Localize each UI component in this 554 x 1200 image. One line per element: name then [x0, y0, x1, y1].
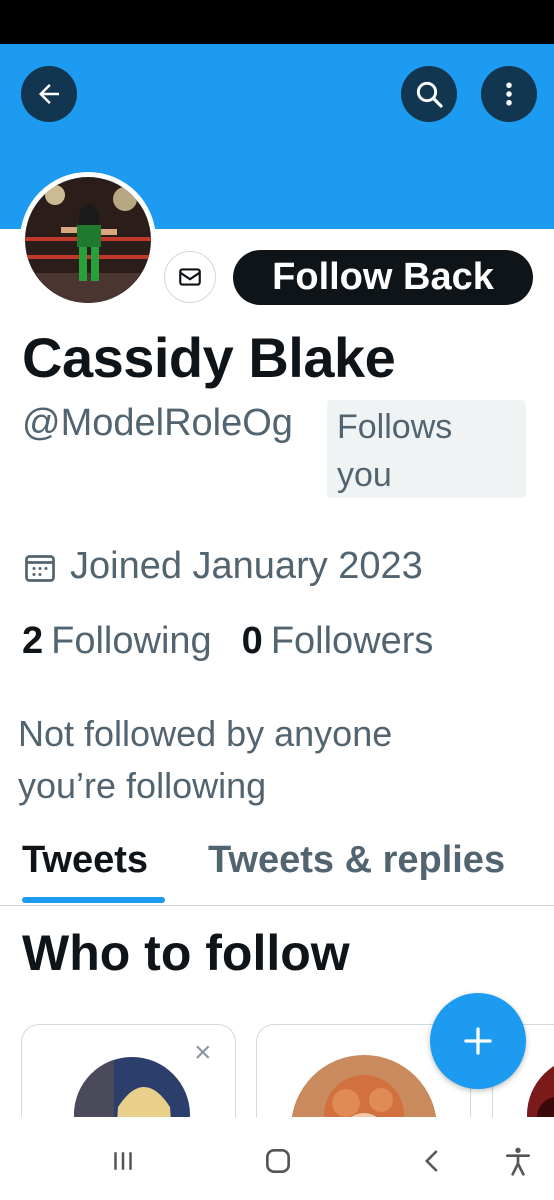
active-tab-indicator: [22, 897, 165, 903]
home-button[interactable]: [258, 1141, 298, 1181]
who-to-follow-title: Who to follow: [22, 925, 350, 981]
dismiss-suggestion-button[interactable]: ×: [194, 1038, 212, 1068]
profile-handle: @ModelRoleOg: [22, 402, 293, 444]
tab-tweets-and-replies[interactable]: Tweets & replies: [208, 839, 505, 882]
profile-tabs: Tweets Tweets & replies: [0, 835, 554, 906]
followers-label: Followers: [270, 620, 434, 662]
calendar-icon: [25, 554, 55, 582]
followers-link[interactable]: 0 Followers: [242, 620, 434, 663]
profile-name: Cassidy Blake: [22, 326, 396, 389]
back-button[interactable]: [21, 66, 77, 122]
accessibility-button[interactable]: [498, 1141, 538, 1181]
system-back-button[interactable]: [413, 1141, 453, 1181]
compose-tweet-button[interactable]: [430, 993, 526, 1089]
follows-you-badge: Follows you: [327, 400, 526, 498]
message-button[interactable]: [164, 251, 216, 303]
more-options-button[interactable]: [481, 66, 537, 122]
home-icon: [266, 1149, 290, 1173]
status-bar: [0, 0, 554, 44]
search-icon: [416, 81, 443, 108]
more-vertical-icon: [506, 82, 512, 106]
back-icon: [424, 1150, 438, 1172]
joined-text: Joined January 2023: [70, 545, 423, 587]
plus-icon: [464, 1027, 492, 1055]
system-nav-bar: [0, 1117, 554, 1200]
following-link[interactable]: 2 Following: [22, 620, 212, 663]
recent-apps-button[interactable]: [103, 1141, 143, 1181]
followers-count: 0: [241, 620, 263, 662]
follow-back-button[interactable]: Follow Back: [233, 250, 533, 305]
mutual-followers-note: Not followed by anyone you’re following: [18, 713, 393, 806]
tab-tweets[interactable]: Tweets: [22, 839, 148, 882]
following-count: 2: [22, 620, 44, 662]
mail-icon: [179, 268, 201, 286]
follow-stats: 2 Following 0 Followers: [22, 620, 433, 663]
arrow-left-icon: [39, 84, 59, 104]
joined-date: Joined January 2023: [22, 545, 423, 588]
recent-apps-icon: [114, 1152, 132, 1170]
avatar[interactable]: [20, 172, 156, 308]
avatar-image: [25, 177, 151, 303]
search-button[interactable]: [401, 66, 457, 122]
accessibility-icon: [506, 1147, 530, 1176]
following-label: Following: [51, 620, 212, 662]
